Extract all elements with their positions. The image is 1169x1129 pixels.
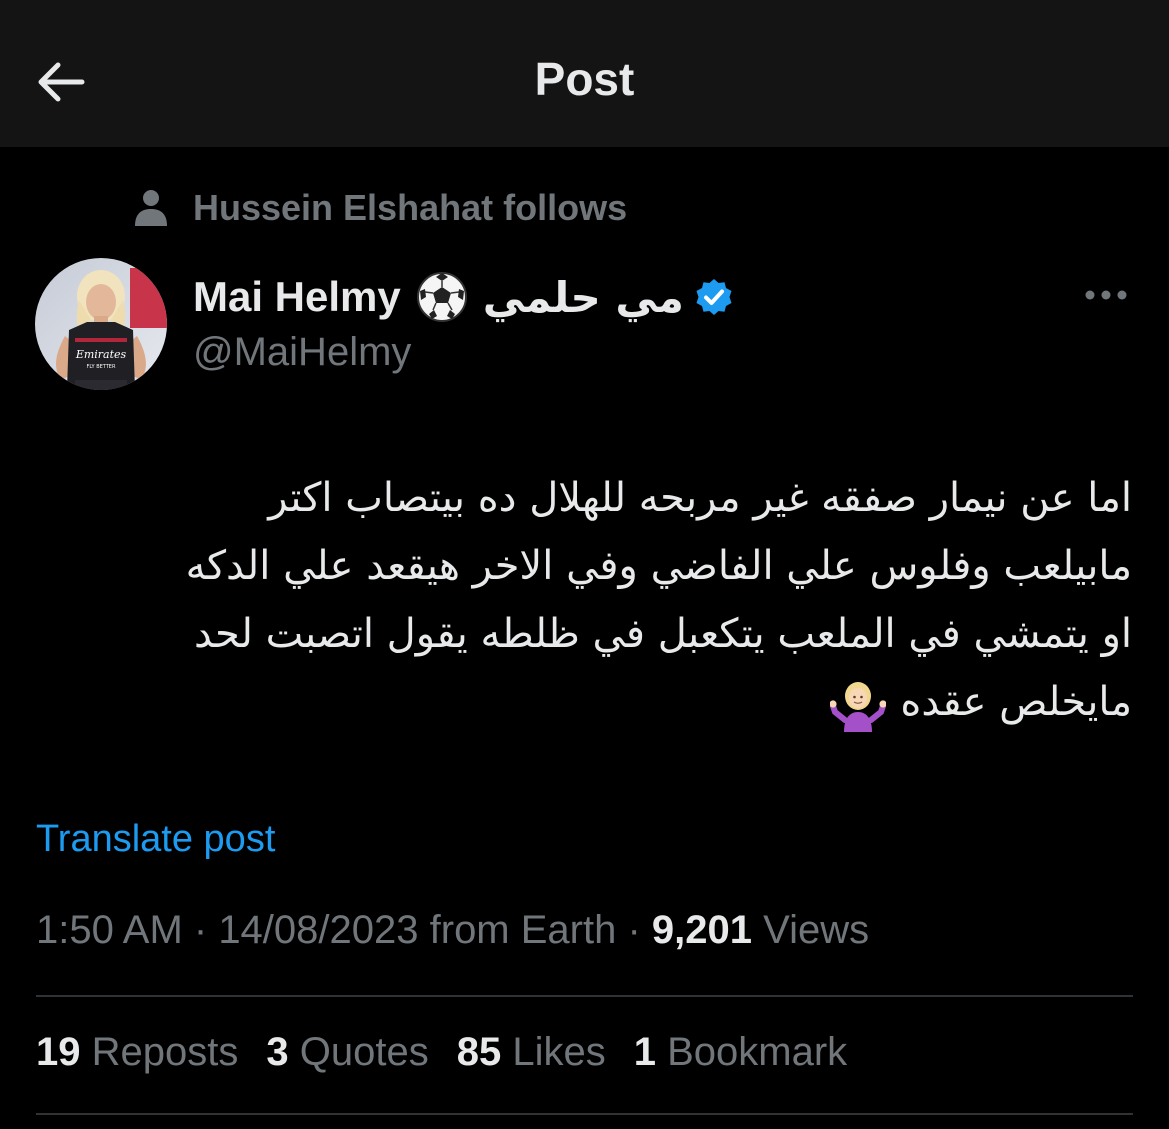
social-context-text[interactable]: Hussein Elshahat follows	[193, 187, 627, 229]
engagement-stats: 19 Reposts 3 Quotes 85 Likes 1 Bookmark	[36, 1030, 875, 1075]
post-time[interactable]: 1:50 AM	[36, 908, 183, 952]
display-name[interactable]: Mai Helmy	[193, 273, 401, 321]
user-handle[interactable]: @MaiHelmy	[193, 330, 734, 375]
page-title: Post	[534, 53, 635, 105]
post-text-line: مايخلص عقده	[900, 679, 1132, 725]
stat-label: Likes	[512, 1030, 606, 1074]
post-location: from Earth	[418, 908, 617, 952]
stat-label: Quotes	[299, 1030, 429, 1074]
post-text-line: اما عن نيمار صفقه غير مربحه للهلال ده بي…	[268, 475, 1132, 521]
stat-count: 3	[266, 1030, 289, 1074]
post-text-last-line: مايخلص عقده	[36, 668, 1132, 736]
post-date[interactable]: 14/08/2023	[218, 908, 418, 952]
meta-separator: ·	[616, 908, 652, 952]
views-count[interactable]: 9,201	[652, 908, 752, 952]
svg-text:FLY BETTER: FLY BETTER	[87, 364, 116, 370]
social-context: Hussein Elshahat follows	[133, 186, 627, 230]
reposts-stat[interactable]: 19 Reposts	[36, 1030, 238, 1075]
post-meta: 1:50 AM · 14/08/2023 from Earth · 9,201 …	[36, 908, 869, 953]
views-label[interactable]: Views	[752, 908, 869, 952]
name-row: Mai Helmy مي حلمي	[193, 270, 734, 324]
author-info: Mai Helmy مي حلمي @MaiHelmy	[193, 270, 734, 375]
person-shrugging-icon	[829, 676, 888, 732]
translate-post-link[interactable]: Translate post	[36, 818, 275, 861]
meta-separator: ·	[182, 908, 219, 952]
more-horizontal-icon	[1085, 290, 1127, 300]
avatar[interactable]: Emirates FLY BETTER	[35, 258, 167, 390]
stat-count: 19	[36, 1030, 81, 1074]
bookmarks-stat[interactable]: 1 Bookmark	[634, 1030, 847, 1075]
stat-label: Bookmark	[667, 1030, 848, 1074]
stat-count: 1	[633, 1030, 656, 1074]
display-name-arabic[interactable]: مي حلمي	[483, 273, 684, 322]
svg-text:Emirates: Emirates	[75, 348, 127, 361]
post-text-line: مابيلعب وفلوس علي الفاضي وفي الاخر هيقعد…	[185, 543, 1132, 589]
more-options-button[interactable]	[1080, 278, 1132, 312]
post-text: اما عن نيمار صفقه غير مربحه للهلال ده بي…	[36, 464, 1132, 736]
post-text-line: او يتمشي في الملعب يتكعبل في ظلطه يقول ا…	[193, 611, 1132, 657]
quotes-stat[interactable]: 3 Quotes	[266, 1030, 428, 1075]
soccer-ball-icon	[416, 272, 467, 322]
likes-stat[interactable]: 85 Likes	[457, 1030, 606, 1075]
stat-label: Reposts	[91, 1030, 239, 1074]
person-icon	[135, 190, 167, 226]
verified-badge-icon[interactable]	[694, 277, 734, 317]
top-bar: Post	[0, 0, 1169, 147]
avatar-image: Emirates FLY BETTER	[35, 258, 167, 390]
divider	[36, 995, 1133, 997]
stat-count: 85	[456, 1030, 502, 1074]
divider	[36, 1113, 1133, 1115]
